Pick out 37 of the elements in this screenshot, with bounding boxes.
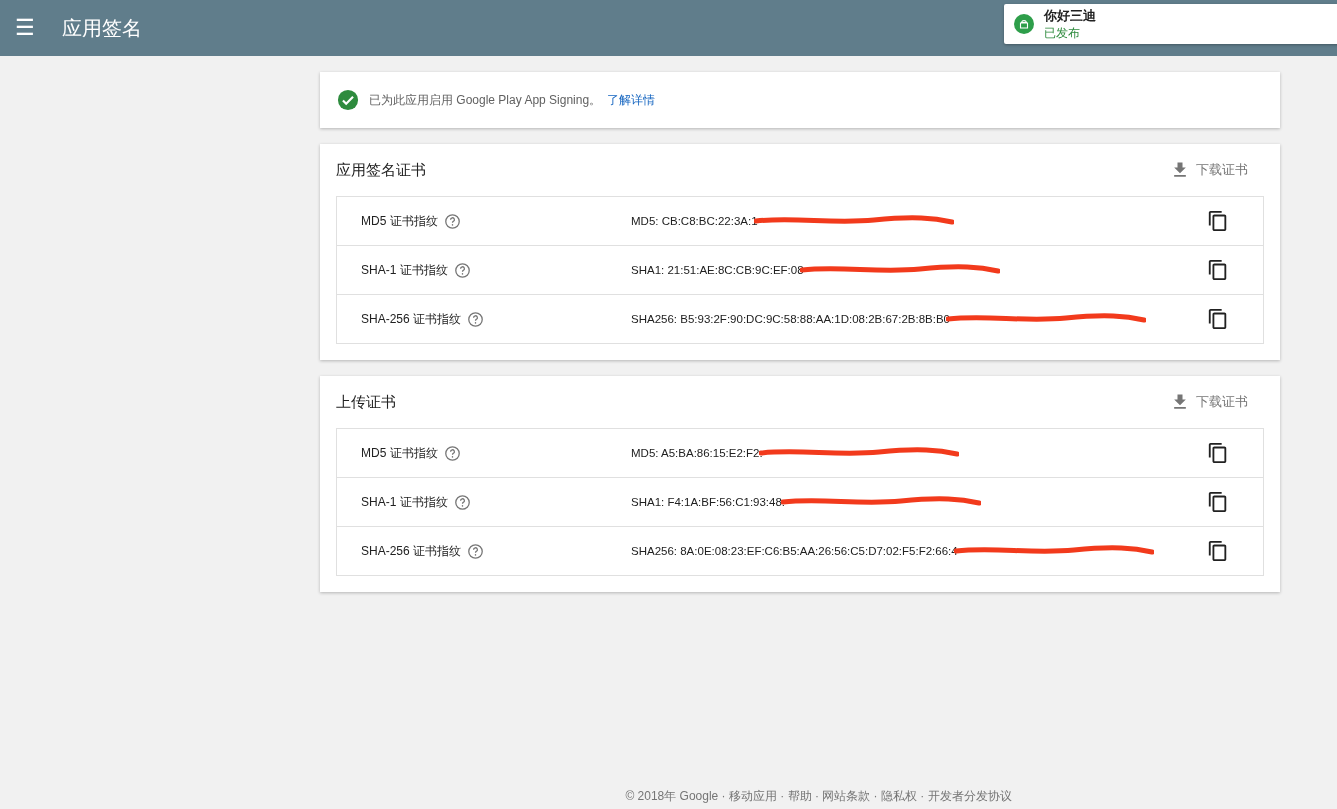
fingerprint-value: MD5: A5:BA:86:15:E2:F2:: [631, 447, 763, 459]
fingerprint-label: MD5 证书指纹: [361, 444, 438, 462]
info-text: 已为此应用启用 Google Play App Signing。: [369, 91, 602, 109]
copy-icon[interactable]: [1207, 442, 1229, 464]
footer-text: © 2018年 Google · 移动应用 · 帮助 · 网站条款 · 隐私权 · 开发者分发协议: [624, 788, 1013, 805]
download-button[interactable]: 下载证书: [1170, 156, 1264, 184]
fingerprint-label: SHA-256 证书指纹: [361, 310, 462, 328]
help-icon[interactable]: [443, 212, 461, 230]
fingerprint-value: SHA1: 21:51:AE:8C:CB:9C:EF:08: [631, 264, 804, 276]
help-icon[interactable]: [467, 310, 485, 328]
fingerprint-label: MD5 证书指纹: [361, 212, 438, 230]
menu-button[interactable]: ☰: [12, 15, 38, 41]
help-icon[interactable]: [443, 444, 461, 462]
section-title: 上传证书: [336, 392, 396, 412]
copy-icon[interactable]: [1207, 259, 1229, 281]
copy-icon[interactable]: [1207, 540, 1229, 562]
copy-icon[interactable]: [1207, 308, 1229, 330]
help-icon[interactable]: [467, 542, 485, 560]
copy-icon[interactable]: [1207, 210, 1229, 232]
help-icon[interactable]: [453, 261, 471, 279]
download-button[interactable]: 下载证书: [1170, 388, 1264, 416]
fingerprint-label: SHA-256 证书指纹: [361, 542, 462, 560]
fingerprint-label: SHA-1 证书指纹: [361, 261, 448, 279]
app-card[interactable]: 你好三迪 已发布: [1004, 4, 1337, 44]
page-title: 应用签名: [62, 15, 142, 41]
section-title: 应用签名证书: [336, 160, 426, 180]
copy-icon[interactable]: [1207, 491, 1229, 513]
fingerprint-label: SHA-1 证书指纹: [361, 493, 448, 511]
help-icon[interactable]: [453, 493, 471, 511]
fingerprint-value: MD5: CB:C8:BC:22:3A:1: [631, 215, 758, 227]
fingerprint-value: SHA256: B5:93:2F:90:DC:9C:58:88:AA:1D:08:2B:67:2B:8B:B0: [631, 313, 950, 325]
fingerprint-value: SHA1: F4:1A:BF:56:C1:93:48:: [631, 496, 786, 508]
fingerprint-value: SHA256: 8A:0E:08:23:EF:C6:B5:AA:26:56:C5:D7:02:F5:F2:66:4: [631, 545, 958, 557]
app-status: 已发布: [1044, 24, 1081, 42]
check-circle-icon: [337, 89, 359, 111]
app-name: 你好三迪: [1044, 6, 1096, 25]
learn-more-link[interactable]: 了解详情: [607, 91, 656, 109]
